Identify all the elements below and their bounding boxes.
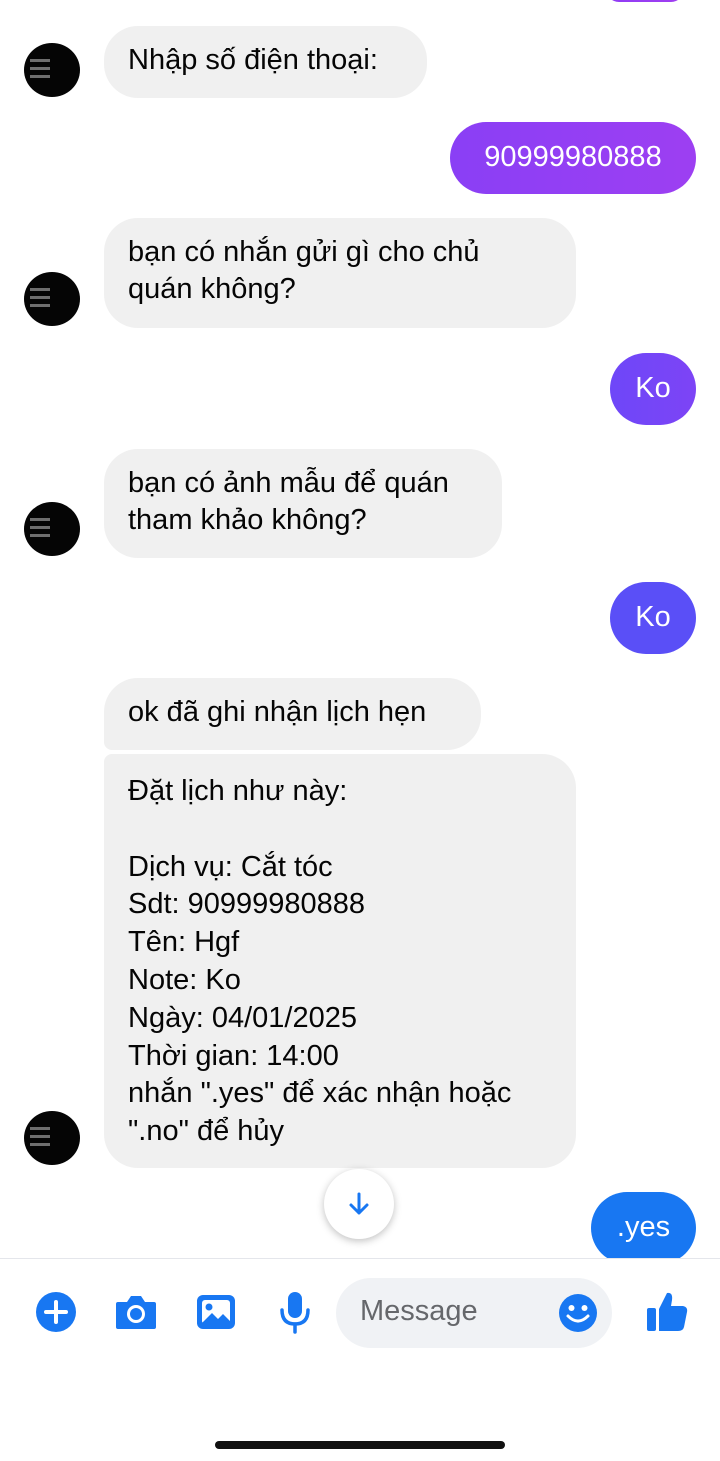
sender-avatar[interactable] bbox=[24, 1111, 80, 1165]
emoji-button[interactable] bbox=[558, 1293, 598, 1333]
message-input[interactable]: Message bbox=[336, 1278, 612, 1348]
incoming-message[interactable]: bạn có nhắn gửi gì cho chủ quán không? bbox=[104, 218, 576, 328]
outgoing-message[interactable]: .yes bbox=[591, 1192, 696, 1264]
partial-outgoing-bubble bbox=[606, 0, 684, 2]
microphone-icon bbox=[280, 1292, 310, 1334]
sender-avatar[interactable] bbox=[24, 272, 80, 326]
scroll-to-bottom-button[interactable] bbox=[324, 1169, 394, 1239]
plus-button[interactable] bbox=[34, 1290, 78, 1334]
gallery-button[interactable] bbox=[194, 1290, 238, 1334]
plus-circle-icon bbox=[36, 1292, 76, 1332]
outgoing-message[interactable]: 90999980888 bbox=[450, 122, 696, 194]
outgoing-message[interactable]: Ko bbox=[610, 582, 696, 654]
emoji-icon bbox=[559, 1294, 597, 1332]
thumbs-up-icon bbox=[647, 1292, 688, 1331]
like-button[interactable] bbox=[644, 1288, 690, 1334]
booking-summary-message[interactable]: Đặt lịch như này: Dịch vụ: Cắt tóc Sdt: … bbox=[104, 754, 576, 1168]
sender-avatar[interactable] bbox=[24, 502, 80, 556]
incoming-message[interactable]: bạn có ảnh mẫu để quán tham khảo không? bbox=[104, 449, 502, 558]
incoming-message[interactable]: Nhập số điện thoại: bbox=[104, 26, 427, 98]
camera-icon bbox=[116, 1296, 156, 1329]
home-indicator[interactable] bbox=[215, 1441, 505, 1449]
arrow-down-icon bbox=[349, 1192, 369, 1215]
message-placeholder: Message bbox=[360, 1295, 478, 1327]
image-icon bbox=[197, 1295, 235, 1329]
outgoing-message[interactable]: Ko bbox=[610, 353, 696, 425]
voice-button[interactable] bbox=[273, 1290, 317, 1334]
incoming-message[interactable]: ok đã ghi nhận lịch hẹn bbox=[104, 678, 481, 750]
divider bbox=[0, 1258, 720, 1259]
sender-avatar[interactable] bbox=[24, 43, 80, 97]
camera-button[interactable] bbox=[114, 1290, 158, 1334]
